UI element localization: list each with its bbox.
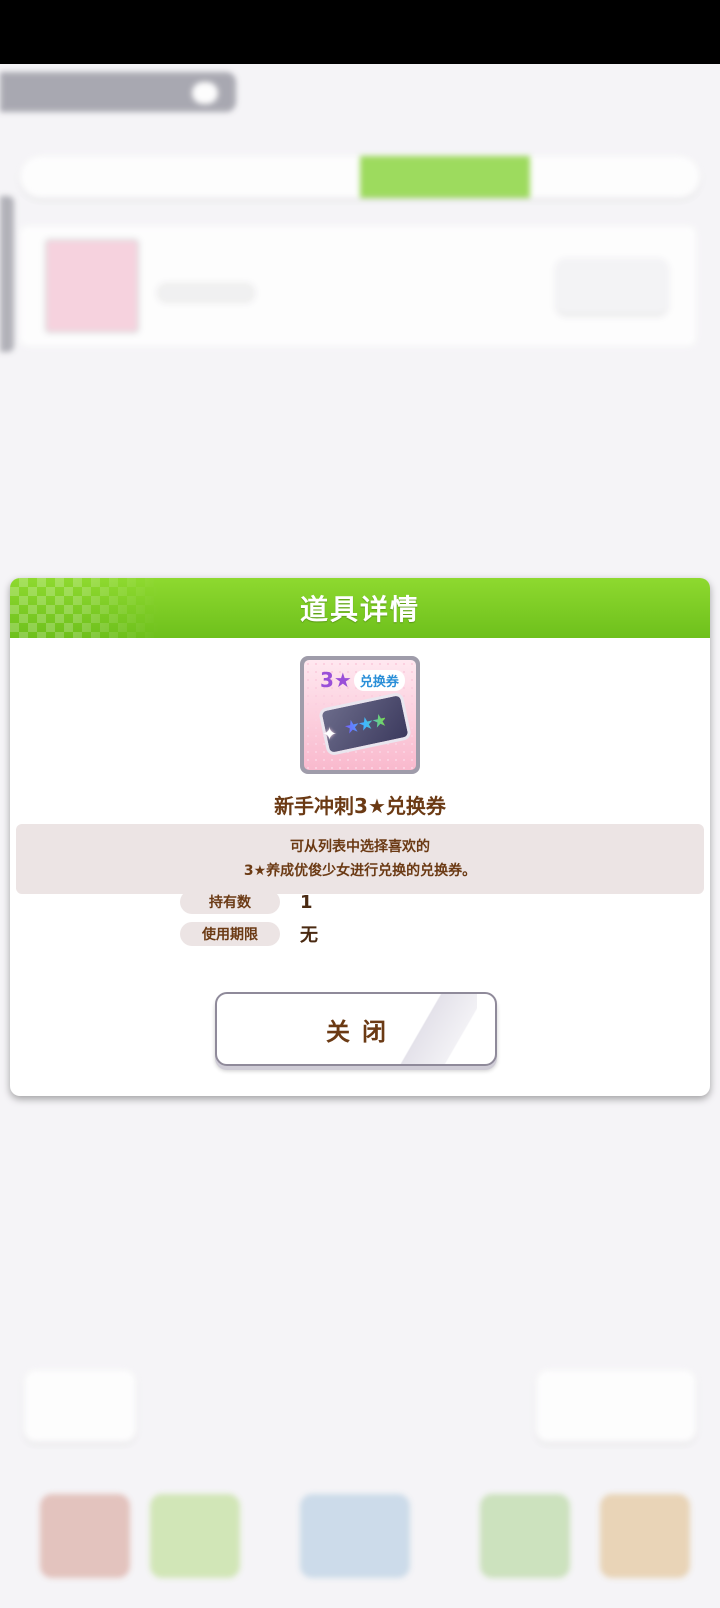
item-name: 新手冲刺3★兑换券 <box>274 794 446 818</box>
ticket-badge-text: 兑换券 <box>353 669 405 691</box>
ticket-icon-art: 3★ 兑换券 ★★★ ✦ <box>304 660 416 770</box>
description-line-1: 可从列表中选择喜欢的 <box>290 839 430 855</box>
ticket-badge: 3★ 兑换券 <box>320 668 405 692</box>
dialog-title: 道具详情 <box>299 593 420 626</box>
owned-count-label: 持有数 <box>180 890 280 914</box>
header-pattern <box>10 578 160 638</box>
expiry-label: 使用期限 <box>180 922 280 946</box>
close-button-label: 关闭 <box>326 1017 398 1046</box>
description-line-2: 3★养成优俊少女进行兑换的兑换券。 <box>243 863 477 879</box>
expiry-value: 无 <box>300 925 318 946</box>
expiry-row: 使用期限 无 <box>180 922 318 946</box>
owned-count-value: 1 <box>300 891 313 913</box>
item-detail-dialog: 道具详情 3★ 兑换券 ★★★ ✦ 新手冲刺3★兑换券 可从列表中选择喜欢的 3… <box>10 578 710 1096</box>
sparkle-icon: ✦ <box>322 724 338 745</box>
item-description: 可从列表中选择喜欢的 3★养成优俊少女进行兑换的兑换券。 <box>16 824 704 894</box>
button-shine <box>387 994 477 1064</box>
close-button[interactable]: 关闭 <box>215 992 497 1066</box>
exchange-ticket-icon: 3★ 兑换券 ★★★ ✦ <box>300 656 420 774</box>
status-bar <box>0 0 720 64</box>
dialog-header: 道具详情 <box>10 578 710 638</box>
owned-count-row: 持有数 1 <box>180 890 313 914</box>
ticket-badge-number: 3★ <box>320 668 352 692</box>
ticket-stars: ★★★ <box>342 709 388 739</box>
